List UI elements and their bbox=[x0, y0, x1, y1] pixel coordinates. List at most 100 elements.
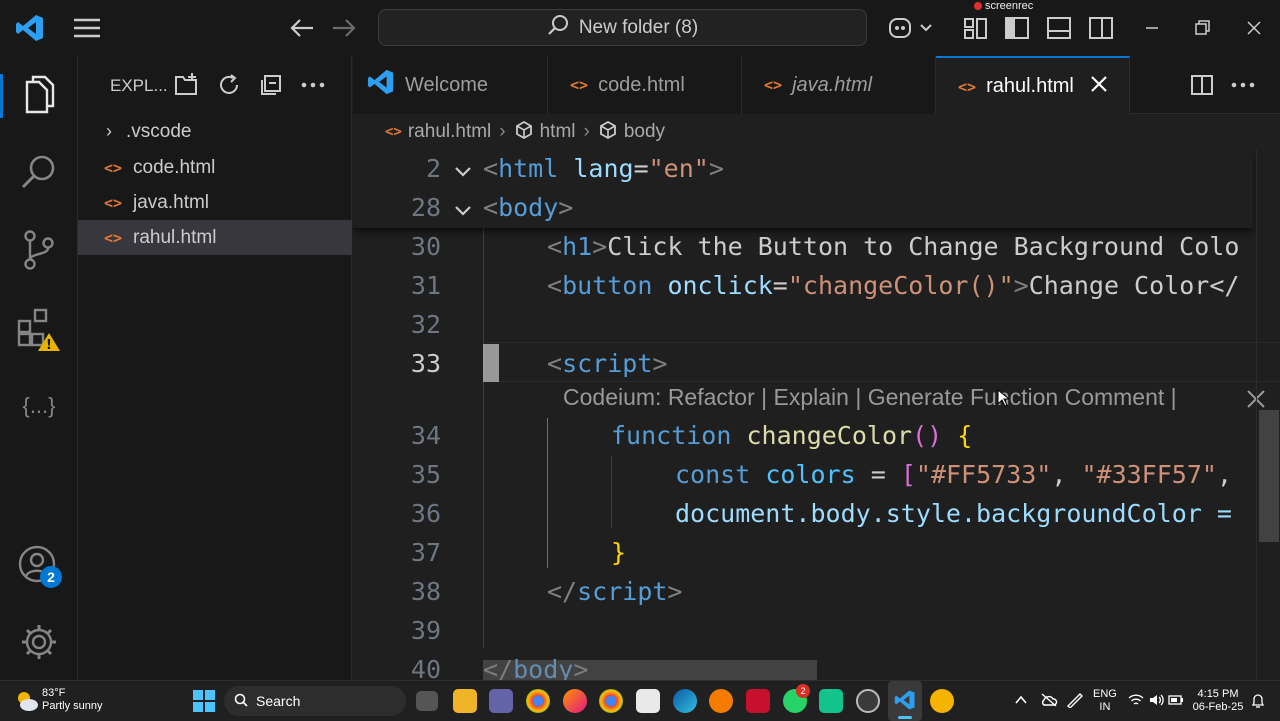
accounts-icon[interactable]: 2 bbox=[0, 536, 78, 596]
close-tab-icon[interactable] bbox=[1090, 75, 1108, 99]
symbol-element-icon bbox=[598, 120, 618, 145]
html-file-icon: <> bbox=[104, 158, 123, 177]
language-indicator[interactable]: ENG IN bbox=[1093, 688, 1117, 714]
chevron-down-icon[interactable] bbox=[454, 195, 472, 224]
vscode-logo-icon bbox=[14, 12, 46, 44]
refresh-icon[interactable] bbox=[216, 72, 242, 98]
editor-more-actions-icon[interactable] bbox=[1229, 71, 1257, 99]
breadcrumb-html[interactable]: html bbox=[540, 121, 576, 143]
command-center-search[interactable]: New folder (8) bbox=[378, 9, 867, 46]
notification-bell-icon[interactable] bbox=[1251, 693, 1265, 714]
forward-arrow-icon[interactable] bbox=[330, 14, 358, 42]
android-studio-icon[interactable] bbox=[819, 689, 843, 713]
tree-item-label: java.html bbox=[133, 191, 210, 213]
new-file-icon[interactable] bbox=[174, 72, 200, 98]
search-icon[interactable] bbox=[0, 142, 78, 202]
pen-icon[interactable] bbox=[1066, 692, 1084, 713]
tab-welcome[interactable]: Welcome bbox=[353, 56, 548, 114]
chrome-profile-icon[interactable] bbox=[599, 689, 623, 713]
toggle-secondary-sidebar-icon[interactable] bbox=[1087, 14, 1115, 42]
file-explorer-icon[interactable] bbox=[453, 689, 477, 713]
indent-guide bbox=[547, 418, 548, 568]
explorer-sidebar: EXPL... › .vscode <> code.html <> java.h… bbox=[78, 56, 352, 680]
close-window-icon[interactable] bbox=[1240, 14, 1268, 42]
chevron-right-icon: › bbox=[106, 121, 112, 141]
code-line-36: document.body.style.backgroundColor = bbox=[675, 499, 1232, 528]
vscode-taskbar-item[interactable] bbox=[888, 681, 922, 721]
battery-icon[interactable] bbox=[1168, 693, 1184, 712]
cloud-sync-icon[interactable] bbox=[1040, 693, 1058, 712]
app-icon[interactable] bbox=[930, 689, 954, 713]
line-number: 40 bbox=[410, 655, 441, 680]
teams-icon[interactable] bbox=[489, 689, 513, 713]
weather-widget[interactable]: 83°F Partly sunny bbox=[42, 687, 103, 713]
chrome-icon[interactable] bbox=[526, 689, 550, 713]
edge-icon[interactable] bbox=[673, 689, 697, 713]
minimize-icon[interactable] bbox=[1138, 14, 1166, 42]
mcafee-icon[interactable] bbox=[746, 689, 770, 713]
clock[interactable]: 4:15 PM 06-Feb-25 bbox=[1192, 688, 1244, 714]
html-icon: <> bbox=[385, 124, 402, 140]
svg-text:!: ! bbox=[46, 338, 52, 353]
clock-time: 4:15 PM bbox=[1197, 688, 1239, 700]
restore-icon[interactable] bbox=[1188, 14, 1216, 42]
sticky-line-2[interactable]: <html lang="en"> bbox=[483, 154, 724, 183]
weather-icon[interactable] bbox=[14, 688, 40, 719]
tab-label: rahul.html bbox=[986, 75, 1074, 97]
extensions-icon[interactable]: ! bbox=[0, 300, 78, 360]
lang-code: ENG bbox=[1093, 688, 1117, 700]
windows-start-icon[interactable] bbox=[193, 690, 215, 717]
toggle-sidebar-icon[interactable] bbox=[1003, 14, 1031, 42]
vertical-scrollbar[interactable] bbox=[1256, 150, 1280, 680]
tree-item-vscode[interactable]: › .vscode bbox=[78, 114, 352, 149]
customize-layout-icon[interactable] bbox=[962, 14, 990, 42]
chevron-down-icon[interactable] bbox=[454, 156, 472, 185]
copilot-icon[interactable] bbox=[886, 14, 934, 42]
indent-guide bbox=[611, 456, 612, 528]
vscode-icon bbox=[367, 68, 395, 102]
sticky-line-28[interactable]: <body> bbox=[483, 193, 573, 222]
weather-temp: 83°F bbox=[42, 687, 66, 699]
whatsapp-icon[interactable]: 2 bbox=[783, 684, 810, 713]
breadcrumb-body[interactable]: body bbox=[624, 121, 665, 143]
mouse-pointer-icon bbox=[997, 384, 1011, 413]
tree-item-rahul-html[interactable]: <> rahul.html bbox=[78, 220, 352, 255]
codeium-codelens[interactable]: Codeium: Refactor | Explain | Generate F… bbox=[563, 384, 1183, 411]
more-actions-icon[interactable] bbox=[300, 72, 326, 98]
settings-gear-icon[interactable] bbox=[0, 612, 78, 672]
sticky-scroll: 2 <html lang="en"> 28 <body> bbox=[353, 150, 1253, 228]
horizontal-scrollbar[interactable] bbox=[483, 660, 817, 680]
collapse-all-icon[interactable] bbox=[258, 72, 284, 98]
scrollbar-thumb[interactable] bbox=[1259, 410, 1279, 542]
menu-icon[interactable] bbox=[73, 14, 101, 42]
code-line-37: } bbox=[611, 538, 627, 567]
back-arrow-icon[interactable] bbox=[288, 14, 316, 42]
store-icon[interactable] bbox=[636, 689, 660, 713]
chevron-up-icon[interactable] bbox=[1014, 693, 1028, 712]
chatgpt-icon[interactable] bbox=[856, 689, 880, 713]
explorer-icon[interactable] bbox=[0, 66, 78, 126]
split-editor-icon[interactable] bbox=[1188, 71, 1216, 99]
tree-item-label: rahul.html bbox=[133, 226, 217, 248]
firefox-icon[interactable] bbox=[563, 689, 587, 713]
tab-java-html[interactable]: <> java.html bbox=[742, 56, 936, 114]
taskbar-search-label: Search bbox=[256, 693, 301, 709]
toggle-panel-icon[interactable] bbox=[1045, 14, 1073, 42]
code-editor[interactable]: 30 <h1>Click the Button to Change Backgr… bbox=[353, 150, 1280, 680]
tab-rahul-html[interactable]: <> rahul.html bbox=[936, 56, 1130, 115]
breadcrumb-file[interactable]: rahul.html bbox=[408, 121, 491, 143]
html-file-icon: <> bbox=[104, 193, 123, 212]
source-control-icon[interactable] bbox=[0, 220, 78, 280]
tree-item-code-html[interactable]: <> code.html bbox=[78, 150, 352, 185]
task-view-icon[interactable] bbox=[416, 691, 438, 711]
tree-item-java-html[interactable]: <> java.html bbox=[78, 185, 352, 220]
tree-item-label: code.html bbox=[133, 156, 216, 178]
wifi-icon[interactable] bbox=[1128, 693, 1144, 712]
code-line-30: <h1>Click the Button to Change Backgroun… bbox=[547, 232, 1240, 261]
volume-icon[interactable] bbox=[1149, 693, 1165, 712]
taskbar-search[interactable]: Search bbox=[224, 686, 406, 716]
tab-code-html[interactable]: <> code.html bbox=[548, 56, 742, 114]
windows-taskbar: 83°F Partly sunny Search 2 ENG IN 4:15 P… bbox=[0, 680, 1280, 721]
vlc-icon[interactable] bbox=[709, 689, 733, 713]
json-icon[interactable]: {...} bbox=[0, 376, 78, 436]
